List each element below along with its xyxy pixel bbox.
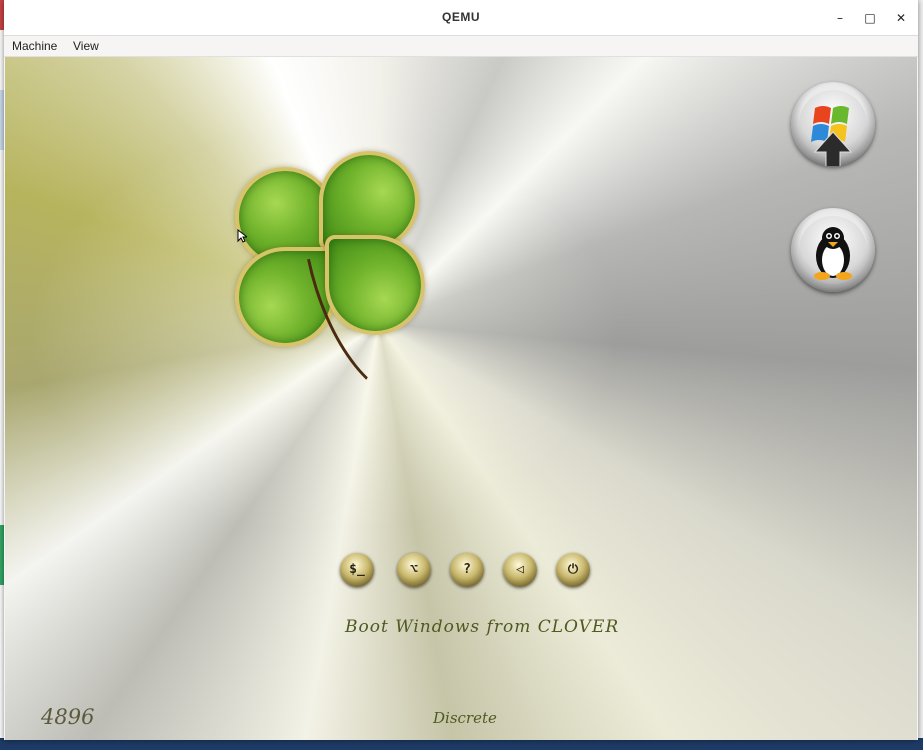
windows-logo-icon [811,106,853,166]
revision-label: 4896 [41,705,95,729]
qemu-window: QEMU – □ ✕ Machine View $_ ⌥ ? ◁ ⏻ Boot … [4,0,918,740]
mouse-cursor-icon [237,229,247,243]
shutdown-button[interactable]: ⏻ [556,553,590,587]
help-button[interactable]: ? [450,553,484,587]
shell-button[interactable]: $_ [340,553,374,587]
boot-entry-linux[interactable] [791,208,875,292]
clover-logo [227,149,427,419]
close-button[interactable]: ✕ [892,9,910,27]
menubar: Machine View [4,36,918,57]
vm-display[interactable]: $_ ⌥ ? ◁ ⏻ Boot Windows from CLOVER 4896… [5,57,917,740]
window-title: QEMU [442,10,480,24]
back-button[interactable]: ◁ [503,553,537,587]
tux-penguin-icon [814,227,852,280]
boot-message: Boot Windows from CLOVER [345,617,620,637]
menu-machine[interactable]: Machine [12,39,57,53]
titlebar: QEMU – □ ✕ [4,0,918,36]
menu-view[interactable]: View [73,39,99,53]
options-button[interactable]: ⌥ [397,553,431,587]
boot-entry-windows[interactable] [791,82,875,166]
minimize-button[interactable]: – [831,9,849,27]
theme-name: Discrete [433,709,497,727]
maximize-button[interactable]: □ [861,9,879,27]
